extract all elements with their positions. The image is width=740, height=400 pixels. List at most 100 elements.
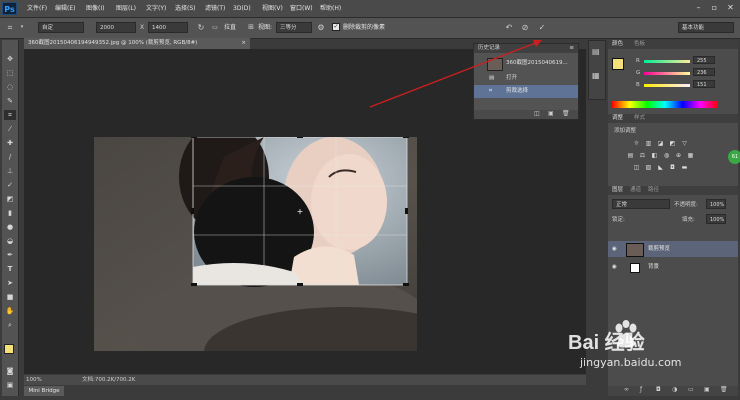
new-snapshot-icon[interactable]: ▣ <box>548 110 554 117</box>
swap-label[interactable]: X <box>138 22 146 33</box>
crop-tool-icon[interactable]: ⌗ <box>4 22 16 33</box>
hand-tool-icon[interactable]: ✋ <box>4 306 16 316</box>
tab-channels[interactable]: 通道 <box>630 186 641 195</box>
dodge-tool-icon[interactable]: ◒ <box>4 236 16 246</box>
levels-icon[interactable]: ▥ <box>644 140 653 148</box>
new-layer-icon[interactable]: ▣ <box>704 386 710 393</box>
panel-menu-icon[interactable]: ≡ <box>569 44 574 53</box>
foreground-color-swatch[interactable] <box>4 344 14 354</box>
tab-layers[interactable]: 图层 <box>612 186 623 195</box>
vibrance-icon[interactable]: ▽ <box>680 140 689 148</box>
menu-type[interactable]: 文字(Y) <box>146 3 166 14</box>
menu-edit[interactable]: 编辑(E) <box>55 3 75 14</box>
crop-tool-icon[interactable]: ⌗ <box>4 110 16 120</box>
height-input[interactable]: 1400 <box>148 22 188 33</box>
group-icon[interactable]: ▭ <box>688 386 694 393</box>
tab-color[interactable]: 颜色 <box>612 40 623 49</box>
screen-mode-icon[interactable]: ▣ <box>4 380 16 390</box>
channel-mixer-icon[interactable]: ⊕ <box>674 152 683 160</box>
fill-input[interactable]: 100% <box>706 214 726 224</box>
stamp-tool-icon[interactable]: ⊥ <box>4 166 16 176</box>
blur-tool-icon[interactable]: ● <box>4 222 16 232</box>
document-tab[interactable]: 360截图20150406194949352.jpg @ 100% (裁剪预览,… <box>24 38 250 49</box>
close-icon[interactable]: ✕ <box>724 2 737 14</box>
menu-window[interactable]: 窗口(W) <box>290 3 313 14</box>
brightness-icon[interactable]: ☼ <box>632 140 641 148</box>
menu-help[interactable]: 帮助(H) <box>320 3 341 14</box>
layer-row[interactable]: ◉ 背景 <box>608 259 738 275</box>
delete-cropped-checkbox[interactable]: ✓ <box>332 23 340 31</box>
commit-check-icon[interactable]: ✓ <box>537 22 547 33</box>
trash-icon[interactable]: 🗑 <box>720 386 728 393</box>
fx-icon[interactable]: ƒ <box>640 386 642 393</box>
link-icon[interactable]: ∞ <box>624 386 629 393</box>
black-white-icon[interactable]: ◧ <box>650 152 659 160</box>
zoom-tool-icon[interactable]: ⌕ <box>4 320 16 330</box>
snapshot-from-state-icon[interactable]: ◫ <box>534 110 540 117</box>
layer-filter-select[interactable]: 正常 <box>612 199 670 209</box>
menu-file[interactable]: 文件(F) <box>27 3 47 14</box>
zoom-level[interactable]: 100% <box>26 375 42 385</box>
exposure-icon[interactable]: ◩ <box>668 140 677 148</box>
tab-styles[interactable]: 样式 <box>634 114 645 123</box>
marquee-tool-icon[interactable]: ⬚ <box>4 68 16 78</box>
lasso-tool-icon[interactable]: ◌ <box>4 82 16 92</box>
posterize-icon[interactable]: ▧ <box>644 164 653 172</box>
straighten-label[interactable]: 拉直 <box>224 22 236 33</box>
document-canvas[interactable]: + <box>94 137 417 351</box>
menu-3d[interactable]: 3D(D) <box>233 3 251 14</box>
gradient-tool-icon[interactable]: ▮ <box>4 208 16 218</box>
healing-tool-icon[interactable]: ✚ <box>4 138 16 148</box>
color-lookup-icon[interactable]: ▦ <box>686 152 695 160</box>
workspace-select[interactable]: 基本功能 <box>678 22 734 33</box>
color-spectrum[interactable] <box>612 101 718 108</box>
selective-color-icon[interactable]: ◘ <box>668 164 677 172</box>
quick-select-tool-icon[interactable]: ✎ <box>4 96 16 106</box>
mask-icon[interactable]: ◘ <box>656 386 661 393</box>
hue-saturation-icon[interactable]: ▤ <box>626 152 635 160</box>
minimize-icon[interactable]: – <box>692 2 705 14</box>
red-value[interactable]: 255 <box>693 56 715 64</box>
mini-bridge-tab[interactable]: Mini Bridge <box>24 386 64 396</box>
blue-value[interactable]: 151 <box>693 80 715 88</box>
eraser-tool-icon[interactable]: ◩ <box>4 194 16 204</box>
quick-mask-icon[interactable]: ◙ <box>4 366 16 376</box>
eyedropper-tool-icon[interactable]: ⁄ <box>4 124 16 134</box>
chevron-down-icon[interactable]: ▾ <box>18 22 26 33</box>
foreground-color-swatch[interactable] <box>612 58 624 70</box>
menu-view[interactable]: 视图(V) <box>262 3 283 14</box>
color-balance-icon[interactable]: ⚖ <box>638 152 647 160</box>
gear-icon[interactable]: ⚙ <box>316 22 326 33</box>
threshold-icon[interactable]: ◣ <box>656 164 665 172</box>
straighten-icon[interactable]: ▭ <box>210 22 220 33</box>
restore-icon[interactable]: ▫ <box>708 2 721 14</box>
history-dock-icon[interactable]: ▤ <box>592 47 600 56</box>
green-slider[interactable] <box>644 72 690 75</box>
invert-icon[interactable]: ◫ <box>632 164 641 172</box>
history-brush-tool-icon[interactable]: ✓ <box>4 180 16 190</box>
history-item-active[interactable]: ⌗ 剪裁选择 <box>474 85 578 98</box>
opacity-input[interactable]: 100% <box>706 199 726 209</box>
doc-info[interactable]: 文档:700.2K/700.2K <box>82 375 135 385</box>
path-select-tool-icon[interactable]: ➤ <box>4 278 16 288</box>
width-input[interactable]: 2000 <box>96 22 136 33</box>
curves-icon[interactable]: ◪ <box>656 140 665 148</box>
gradient-map-icon[interactable]: ▬ <box>680 164 689 172</box>
history-snapshot[interactable]: 360截图2015040619... <box>474 55 578 72</box>
trash-icon[interactable]: 🗑 <box>562 110 570 117</box>
tab-paths[interactable]: 路径 <box>648 186 659 195</box>
brush-tool-icon[interactable]: ∕ <box>4 152 16 162</box>
menu-filter[interactable]: 滤镜(T) <box>205 3 225 14</box>
tab-close-icon[interactable]: × <box>241 38 246 49</box>
eye-icon[interactable]: ◉ <box>612 241 617 257</box>
adjustment-layer-icon[interactable]: ◑ <box>672 386 677 393</box>
menu-layer[interactable]: 图层(L) <box>116 3 136 14</box>
layer-row-active[interactable]: ◉ 裁剪预览 <box>608 241 738 257</box>
cancel-icon[interactable]: ⊘ <box>520 22 530 33</box>
rotate-icon[interactable]: ↻ <box>196 22 206 33</box>
properties-dock-icon[interactable]: ▦ <box>592 71 600 80</box>
pen-tool-icon[interactable]: ✒ <box>4 250 16 260</box>
red-slider[interactable] <box>644 60 690 63</box>
type-tool-icon[interactable]: T <box>4 264 16 274</box>
ratio-select[interactable]: 自定 <box>38 22 84 33</box>
